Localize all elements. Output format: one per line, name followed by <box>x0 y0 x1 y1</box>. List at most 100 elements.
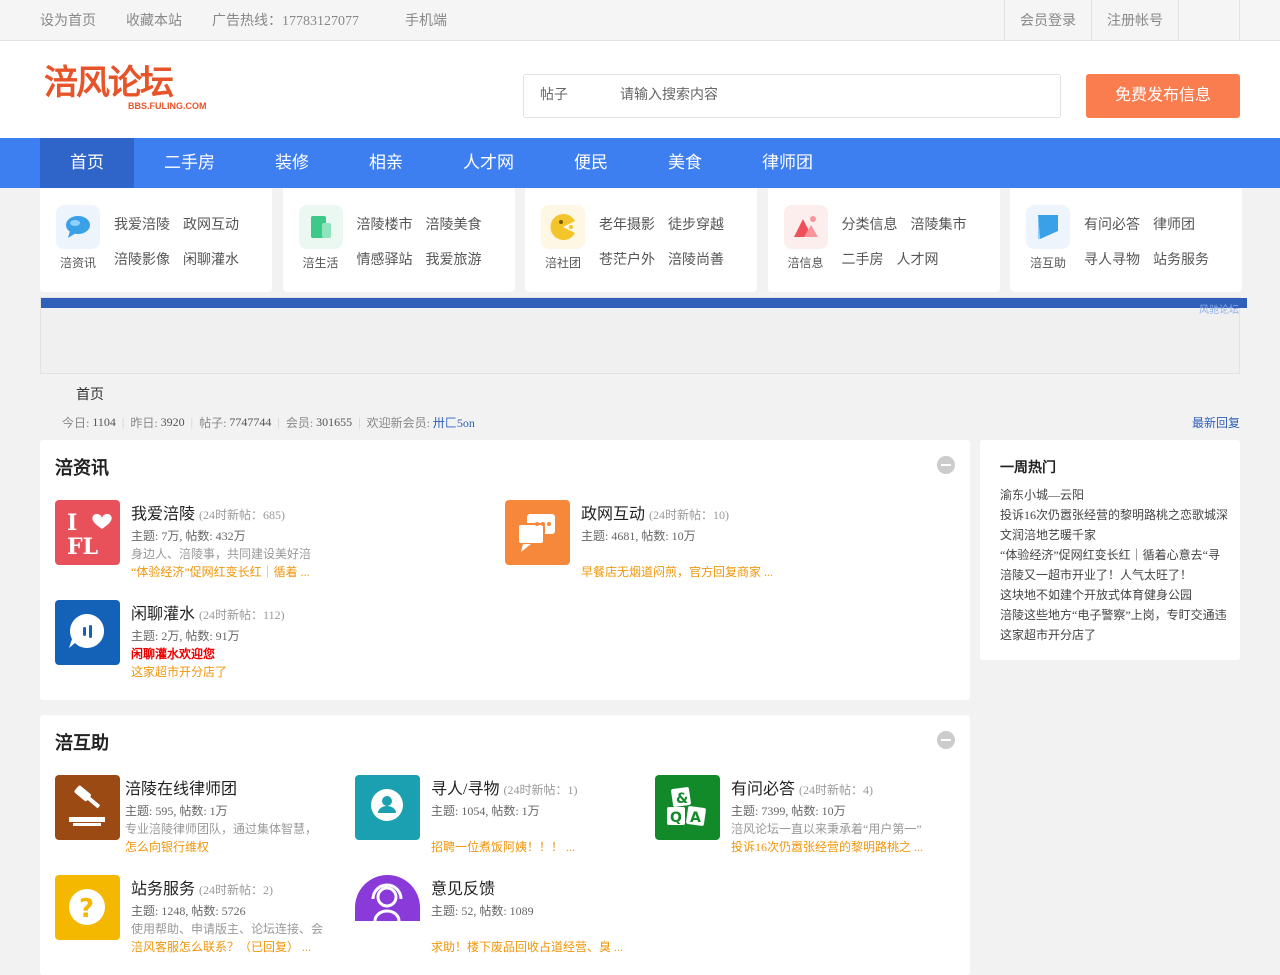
quick-link[interactable]: 站务服务 <box>1153 249 1209 269</box>
forum-last-post[interactable]: 涪风客服怎么联系？（已回复） ... <box>131 938 311 955</box>
forum-name[interactable]: 站务服务 (24时新帖：2) <box>131 875 273 899</box>
nav-item-lawyers[interactable]: 律师团 <box>732 138 843 188</box>
search-category-select[interactable]: 帖子 <box>540 75 568 117</box>
quick-link[interactable]: 徒步穿越 <box>668 214 724 234</box>
bookmark-site-link[interactable]: 收藏本站 <box>126 10 182 30</box>
banner-text: 风驰论坛 <box>1199 305 1239 316</box>
forum-name[interactable]: 意见反馈 <box>431 875 495 899</box>
breadcrumb[interactable]: 首页 <box>76 384 104 404</box>
hot-list: 渝东小城—云阳 投诉16次仍嚣张经营的黎明路桃之恋歌城深 文润涪地艺暖千家 “体… <box>1000 485 1232 645</box>
forum-stats: 主题: 52, 帖数: 1089 <box>431 904 534 918</box>
quick-link[interactable]: 闲聊灌水 <box>183 249 239 269</box>
forum-description: 身边人、涪陵事，共同建设美好涪 <box>131 547 312 561</box>
weekly-hot-panel: 一周热门 渝东小城—云阳 投诉16次仍嚣张经营的黎明路桃之恋歌城深 文润涪地艺暖… <box>980 440 1240 660</box>
forum-stats: 主题: 595, 帖数: 1万 <box>125 804 228 818</box>
hot-item[interactable]: “体验经济”促网红变长红｜循着心意去“寻 <box>1000 545 1232 565</box>
forum-last-post[interactable]: 招聘一位煮饭阿姨！！！ ... <box>431 838 575 855</box>
set-homepage-link[interactable]: 设为首页 <box>40 10 96 30</box>
hot-item[interactable]: 文润涪地艺暖千家 <box>1000 525 1232 545</box>
hot-item[interactable]: 渝东小城—云阳 <box>1000 485 1232 505</box>
forum-last-post[interactable]: 这家超市开分店了 <box>131 663 227 680</box>
hot-item[interactable]: 投诉16次仍嚣张经营的黎明路桃之恋歌城深 <box>1000 505 1232 525</box>
quick-link[interactable]: 寻人寻物 <box>1084 249 1140 269</box>
forum-item[interactable]: ? 站务服务 (24时新帖：2) 主题: 1248, 帖数: 5726 使用帮助… <box>55 875 345 955</box>
forum-last-post[interactable]: “体验经济”促网红变长红｜循着 ... <box>131 563 310 580</box>
forum-description: 涪风论坛一直以来秉承着“用户第一” <box>731 822 922 836</box>
forum-name[interactable]: 寻人/寻物 (24时新帖：1) <box>431 775 577 799</box>
site-logo[interactable]: 涪风论坛 BBS.FULING.COM <box>44 63 214 117</box>
forum-last-post[interactable]: 求助！楼下废品回收占道经营、臭 ... <box>431 938 623 955</box>
mobile-link[interactable]: 手机端 <box>405 10 447 30</box>
nav-item-home[interactable]: 首页 <box>40 138 134 188</box>
pacman-icon[interactable] <box>541 205 585 249</box>
nav-item-convenience[interactable]: 便民 <box>544 138 638 188</box>
hot-item[interactable]: 涪陵这些地方“电子警察”上岗，专盯交通违 <box>1000 605 1232 625</box>
forum-name[interactable]: 有问必答 (24时新帖：4) <box>731 775 873 799</box>
nav-item-decoration[interactable]: 装修 <box>245 138 339 188</box>
forum-name[interactable]: 我爱涪陵 (24时新帖：685) <box>131 500 285 524</box>
nav-item-food[interactable]: 美食 <box>638 138 732 188</box>
search-input[interactable] <box>620 81 1040 111</box>
logo-domain: BBS.FULING.COM <box>128 101 207 111</box>
quick-link[interactable]: 我爱涪陵 <box>114 214 170 234</box>
qa-icon: & Q A <box>655 775 720 840</box>
quick-link[interactable]: 情感驿站 <box>357 249 413 269</box>
forum-item[interactable]: 涪陵在线律师团 主题: 595, 帖数: 1万 专业涪陵律师团队，通过集体智慧，… <box>55 775 345 855</box>
nav-item-second-hand-house[interactable]: 二手房 <box>134 138 245 188</box>
quick-link[interactable]: 我爱旅游 <box>426 249 482 269</box>
collapse-icon[interactable] <box>937 456 955 474</box>
forum-name[interactable]: 闲聊灌水 (24时新帖：112) <box>131 600 285 624</box>
quick-link[interactable]: 涪陵美食 <box>426 214 482 234</box>
bookmark-icon[interactable] <box>1026 205 1070 249</box>
forum-name[interactable]: 政网互动 (24时新帖：10) <box>581 500 729 524</box>
nav-item-dating[interactable]: 相亲 <box>339 138 433 188</box>
forum-last-post[interactable]: 怎么向银行维权 <box>125 838 209 855</box>
building-icon[interactable] <box>298 205 343 249</box>
register-link[interactable]: 注册帐号 <box>1091 0 1178 40</box>
forum-description: 闲聊灌水欢迎您 <box>131 647 216 661</box>
quick-link[interactable]: 涪陵尚善 <box>668 249 724 269</box>
hot-item[interactable]: 这家超市开分店了 <box>1000 625 1232 645</box>
quick-link[interactable]: 有问必答 <box>1084 214 1140 234</box>
search-box: 帖子 <box>523 74 1061 118</box>
quick-link[interactable]: 涪陵集市 <box>911 214 967 234</box>
nav-item-jobs[interactable]: 人才网 <box>433 138 544 188</box>
ad-banner[interactable]: 风驰论坛 <box>40 297 1247 374</box>
collapse-icon[interactable] <box>937 731 955 749</box>
quick-link[interactable]: 涪陵楼市 <box>357 214 413 234</box>
section-help: 涪互助 涪陵在线律师团 主题: 595, 帖数: 1万 专业涪陵律师团队，通过集… <box>40 715 970 975</box>
voice-bubble-icon <box>55 600 120 665</box>
mountain-icon[interactable] <box>783 205 828 249</box>
forum-item[interactable]: I FL 我爱涪陵 (24时新帖：685) 主题: 7万, 帖数: 432万 身边… <box>55 500 475 580</box>
quick-link[interactable]: 老年摄影 <box>599 214 655 234</box>
forum-last-post[interactable]: 早餐店无烟道闷煎，官方回复商家 ... <box>581 563 773 580</box>
login-link[interactable]: 会员登录 <box>1004 0 1091 40</box>
quick-link[interactable]: 人才网 <box>897 249 939 269</box>
chat-bubble-icon[interactable] <box>56 205 100 249</box>
forum-stats: 主题: 7万, 帖数: 432万 <box>131 529 246 543</box>
quick-link[interactable]: 律师团 <box>1153 214 1195 234</box>
forum-item[interactable]: 意见反馈 主题: 52, 帖数: 1089 求助！楼下废品回收占道经营、臭 ..… <box>355 875 645 955</box>
hot-item[interactable]: 涪陵又一超市开业了！人气太旺了！ <box>1000 565 1232 585</box>
quick-link[interactable]: 分类信息 <box>842 214 898 234</box>
quick-link[interactable]: 政网互动 <box>183 214 239 234</box>
quick-link[interactable]: 苍茫户外 <box>599 249 655 269</box>
weekly-hot-title: 一周热门 <box>1000 461 1056 476</box>
forum-item[interactable]: 政网互动 (24时新帖：10) 主题: 4681, 帖数: 10万 早餐店无烟道… <box>505 500 925 580</box>
newest-member-link[interactable]: 卅匚5on <box>433 414 475 431</box>
section-news: 涪资讯 I FL 我爱涪陵 (24时新帖：685) 主题: 7万, 帖数: 432… <box>40 440 970 700</box>
top-links: 设为首页 收藏本站 广告热线：17783127077 手机端 <box>40 0 477 40</box>
question-icon: ? <box>55 875 120 940</box>
forum-item[interactable]: & Q A 有问必答 (24时新帖：4) 主题: 7399, 帖数: 10万 涪风论… <box>655 775 955 855</box>
quick-link[interactable]: 涪陵影像 <box>114 249 170 269</box>
forum-name[interactable]: 涪陵在线律师团 <box>125 775 237 799</box>
post-info-button[interactable]: 免费发布信息 <box>1086 74 1240 118</box>
latest-reply-link[interactable]: 最新回复 <box>1192 414 1240 431</box>
forum-item[interactable]: 闲聊灌水 (24时新帖：112) 主题: 2万, 帖数: 91万 闲聊灌水欢迎您… <box>55 600 475 680</box>
quick-link[interactable]: 二手房 <box>842 249 884 269</box>
hot-item[interactable]: 这块地不如建个开放式体育健身公园 <box>1000 585 1232 605</box>
forum-item[interactable]: 寻人/寻物 (24时新帖：1) 主题: 1054, 帖数: 1万 招聘一位煮饭阿… <box>355 775 645 855</box>
account-links: 会员登录 注册帐号 <box>1004 0 1240 40</box>
headset-icon <box>355 875 420 922</box>
forum-last-post[interactable]: 投诉16次仍嚣张经营的黎明路桃之 ... <box>731 838 923 855</box>
